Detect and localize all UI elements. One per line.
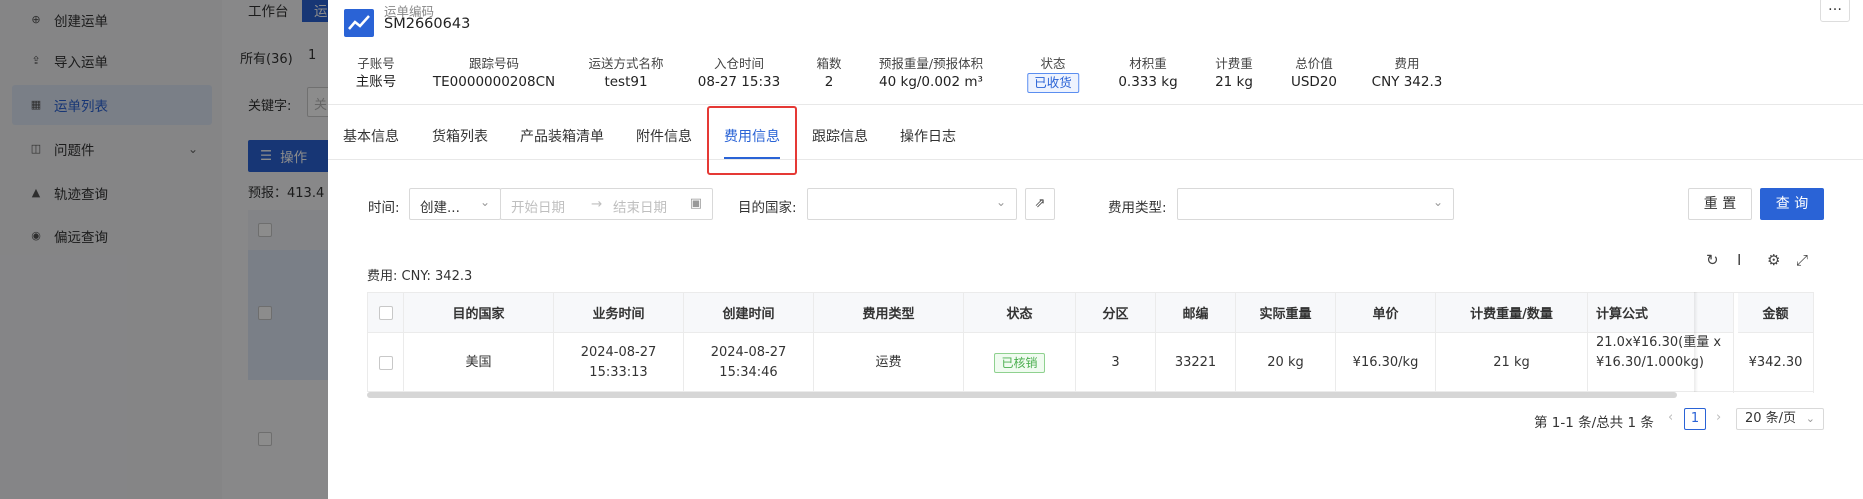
page-size-select[interactable]: 20 条/页 ⌄ — [1736, 408, 1824, 430]
waybill-code-value: SM2660643 — [384, 16, 471, 32]
status-badge: 已收货 — [1027, 73, 1079, 93]
country-label: 目的国家: — [738, 200, 797, 216]
cell-formula: 21.0x¥16.30(重量 x ¥16.30/1.000kg) — [1588, 333, 1734, 393]
reset-button[interactable]: 重 置 — [1688, 188, 1752, 220]
calendar-icon: ▣ — [689, 196, 702, 211]
cell-zone: 3 — [1076, 333, 1156, 393]
pagination-total: 第 1-1 条/总共 1 条 — [1534, 415, 1654, 431]
chevron-down-icon: ⌄ — [995, 195, 1006, 209]
info-total-value: 总价值 USD20 — [1290, 56, 1338, 90]
cell-billed-weight: 21 kg — [1436, 333, 1588, 393]
country-select[interactable]: ⌄ — [807, 188, 1017, 220]
info-fee: 费用 CNY 342.3 — [1371, 56, 1443, 90]
header-checkbox-cell — [368, 293, 404, 333]
tab-box-list[interactable]: 货箱列表 — [432, 126, 488, 146]
chart-logo-icon — [344, 9, 374, 37]
chevron-down-icon: ⌄ — [1432, 195, 1443, 209]
divider — [328, 104, 1863, 105]
chevron-right-icon[interactable]: › — [1716, 410, 1721, 425]
refresh-icon[interactable]: ↻ — [1706, 251, 1719, 269]
info-sub-account: 子账号 主账号 — [355, 56, 397, 90]
tab-operation-log[interactable]: 操作日志 — [900, 126, 956, 146]
row-checkbox-cell — [368, 333, 404, 393]
horizontal-scrollbar[interactable] — [367, 392, 1677, 398]
waybill-detail-drawer: 运单编码 SM2660643 … 子账号 主账号 跟踪号码 TE00000002… — [328, 0, 1863, 499]
select-all-checkbox[interactable] — [378, 305, 393, 320]
info-tracking-number: 跟踪号码 TE0000000208CN — [432, 56, 556, 90]
fixed-column-shadow — [1694, 292, 1698, 392]
cell-status: 已核销 — [964, 333, 1076, 393]
more-icon[interactable]: … — [1820, 0, 1850, 22]
cell-country: 美国 — [404, 333, 554, 393]
chevron-left-icon[interactable]: ‹ — [1668, 410, 1673, 425]
fee-type-label: 费用类型: — [1108, 200, 1167, 216]
cell-unit-price: ¥16.30/kg — [1336, 333, 1436, 393]
end-date-placeholder: 结束日期 — [613, 200, 667, 216]
row-height-icon[interactable]: Ⅰ — [1737, 251, 1741, 269]
fullscreen-icon[interactable]: ⤢ — [1796, 251, 1808, 269]
column-header: 目的国家 — [404, 293, 554, 333]
column-header: 费用类型 — [814, 293, 964, 333]
column-header: 状态 — [964, 293, 1076, 333]
modal-overlay[interactable] — [0, 0, 328, 499]
cell-business-time: 2024-08-27 15:33:13 — [554, 333, 684, 393]
chevron-down-icon: ⌄ — [1805, 412, 1815, 425]
tab-tracking-info[interactable]: 跟踪信息 — [812, 126, 868, 146]
column-header: 单价 — [1336, 293, 1436, 333]
time-label: 时间: — [368, 200, 400, 216]
start-date-placeholder: 开始日期 — [511, 200, 565, 216]
page-current[interactable]: 1 — [1684, 408, 1706, 430]
column-header: 计算公式 — [1588, 293, 1734, 333]
cell-amount: ¥342.30 — [1738, 333, 1814, 393]
info-billed-weight: 计费重 21 kg — [1215, 56, 1253, 90]
arrow-right-icon: → — [591, 196, 603, 212]
settings-icon[interactable]: ⚙ — [1767, 251, 1780, 269]
divider — [328, 159, 1863, 160]
column-header: 实际重量 — [1236, 293, 1336, 333]
cell-create-time: 2024-08-27 15:34:46 — [684, 333, 814, 393]
tab-packing-list[interactable]: 产品装箱清单 — [520, 126, 604, 146]
cell-actual-weight: 20 kg — [1236, 333, 1336, 393]
page-size-value: 20 条/页 — [1745, 411, 1797, 426]
info-inbound-time: 入仓时间 08-27 15:33 — [697, 56, 781, 90]
time-type-select[interactable]: 创建... ⌄ — [409, 188, 501, 220]
tab-basic-info[interactable]: 基本信息 — [343, 126, 399, 146]
cell-zip: 33221 — [1156, 333, 1236, 393]
status-badge: 已核销 — [994, 353, 1045, 373]
info-volumetric-weight: 材积重 0.333 kg — [1118, 56, 1178, 90]
info-shipping-method: 运送方式名称 test91 — [588, 56, 664, 90]
column-header: 金额 — [1738, 293, 1814, 333]
info-status: 状态 已收货 — [1027, 55, 1079, 93]
fee-table: 目的国家 业务时间 创建时间 费用类型 状态 分区 邮编 实际重量 单价 计费重… — [367, 292, 1814, 393]
tab-attachments[interactable]: 附件信息 — [636, 126, 692, 146]
query-button[interactable]: 查 询 — [1760, 188, 1824, 220]
column-header: 业务时间 — [554, 293, 684, 333]
fee-summary: 费用: CNY: 342.3 — [367, 269, 473, 284]
column-header: 计费重量/数量 — [1436, 293, 1588, 333]
chevron-down-icon: ⌄ — [479, 195, 490, 209]
date-range-picker[interactable]: 开始日期 → 结束日期 ▣ — [500, 188, 713, 220]
column-header: 邮编 — [1156, 293, 1236, 333]
info-box-count: 箱数 2 — [816, 56, 842, 90]
highlight-box — [707, 106, 797, 175]
fee-type-select[interactable]: ⌄ — [1177, 188, 1454, 220]
column-header: 分区 — [1076, 293, 1156, 333]
time-type-value: 创建... — [420, 200, 460, 216]
row-checkbox[interactable] — [378, 356, 393, 370]
external-link-icon[interactable]: ⇗ — [1025, 188, 1055, 220]
info-forecast-weight-volume: 预报重量/预报体积 40 kg/0.002 m³ — [878, 56, 984, 90]
column-header: 创建时间 — [684, 293, 814, 333]
cell-fee-type: 运费 — [814, 333, 964, 393]
